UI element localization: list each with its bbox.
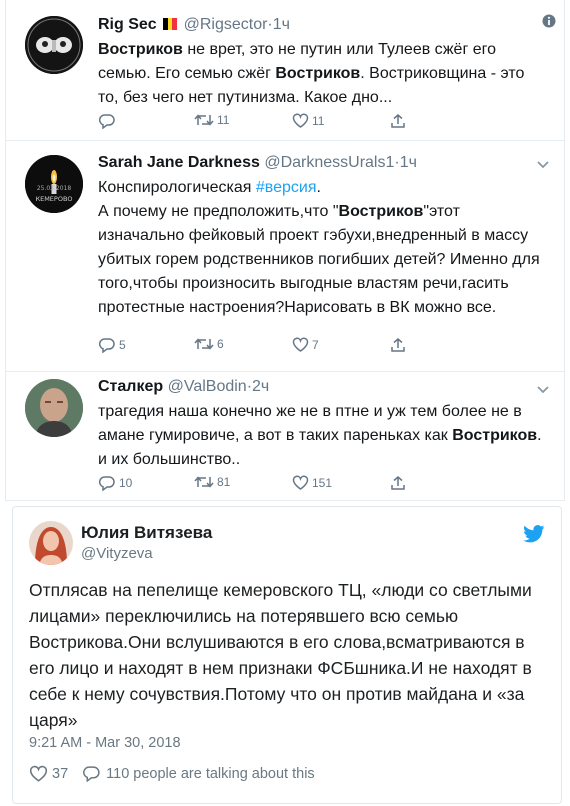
avatar-date: 25.03.2018	[37, 185, 72, 192]
like-button[interactable]: 11	[292, 113, 324, 128]
share-icon	[391, 476, 405, 490]
reply-count: 5	[119, 338, 126, 352]
like-button[interactable]: 7	[292, 337, 319, 352]
candle-memorial-icon: 25.03.2018 КЕМЕРОВО	[25, 155, 83, 213]
timestamp[interactable]: 2ч	[252, 378, 269, 395]
tweet-actions: 37 110 people are talking about this	[29, 765, 315, 782]
timestamp[interactable]: 1ч	[273, 16, 290, 33]
like-button[interactable]: 151	[292, 475, 332, 490]
display-name[interactable]: Юлия Витязева	[81, 523, 212, 543]
share-button[interactable]	[390, 337, 406, 353]
reply-icon	[98, 114, 115, 129]
avatar[interactable]	[25, 379, 83, 437]
reply-tweet[interactable]: 25.03.2018 КЕМЕРОВО Sarah Jane Darkness …	[6, 140, 564, 372]
avatar[interactable]: 25.03.2018 КЕМЕРОВО	[25, 155, 83, 213]
user-photo-icon	[29, 521, 73, 565]
tweet-text: Востриков не врет, это не путин или Туле…	[98, 38, 548, 110]
like-count: 11	[312, 113, 325, 128]
tweet-text: Конспирологическая #версия. А почему не …	[98, 176, 548, 320]
timestamp[interactable]: 9:21 AM - Mar 30, 2018	[29, 735, 181, 751]
heart-icon	[292, 475, 309, 490]
retweet-button[interactable]: 11	[194, 113, 229, 127]
reply-count: 10	[119, 476, 133, 490]
avatar-caption: КЕМЕРОВО	[35, 195, 72, 203]
retweet-button[interactable]: 81	[194, 475, 230, 489]
highlighted-name: Востриков	[98, 41, 183, 58]
tweet-header: Rig Sec @Rigsector·1ч	[98, 16, 290, 34]
info-icon[interactable]	[542, 14, 556, 28]
tweet-text: Отплясав на пепелище кемеровского ТЦ, «л…	[29, 580, 532, 730]
tweet-text: трагедия наша конечно же не в птне и уж …	[98, 400, 548, 472]
user-handle[interactable]: @DarknessUrals1	[264, 154, 394, 171]
hashtag-link[interactable]: #версия	[256, 179, 317, 196]
like-button[interactable]: 37	[29, 765, 68, 782]
highlighted-name: Востриков	[452, 427, 538, 444]
display-name[interactable]: Сталкер	[98, 378, 163, 395]
retweet-count: 81	[217, 475, 231, 489]
retweet-button[interactable]: 6	[194, 337, 224, 351]
timestamp[interactable]: 1ч	[400, 154, 417, 171]
retweet-icon	[194, 476, 214, 488]
highlighted-name: Востриков	[338, 203, 424, 220]
chevron-down-icon[interactable]	[536, 160, 550, 170]
user-handle[interactable]: @ValBodin	[168, 378, 247, 395]
share-icon	[391, 338, 405, 352]
like-count: 151	[312, 475, 333, 490]
reply-button[interactable]	[98, 113, 119, 129]
belgium-flag-icon	[163, 17, 178, 30]
heart-icon	[292, 113, 309, 128]
share-button[interactable]	[390, 113, 406, 129]
heart-icon	[29, 765, 48, 782]
user-handle[interactable]: @Rigsector	[184, 16, 268, 33]
embedded-tweet[interactable]: Юлия Витязева @Vityzeva Отплясав на пепе…	[12, 506, 562, 804]
display-name[interactable]: Sarah Jane Darkness	[98, 154, 260, 171]
replies-thread: Rig Sec @Rigsector·1ч Востриков не врет,…	[5, 0, 565, 501]
highlighted-name: Востриков	[275, 65, 361, 82]
reply-icon	[83, 766, 100, 782]
tweet-header: Sarah Jane Darkness @DarknessUrals1·1ч	[98, 154, 417, 172]
share-button[interactable]	[390, 475, 406, 491]
skull-logo-icon	[25, 16, 83, 74]
reply-tweet[interactable]: Сталкер @ValBodin·2ч трагедия наша конеч…	[6, 371, 564, 499]
reply-icon	[98, 476, 115, 491]
conversation-link[interactable]: 110 people are talking about this	[82, 765, 315, 782]
retweet-count: 6	[217, 337, 224, 351]
user-handle[interactable]: @Vityzeva	[81, 545, 153, 562]
display-name[interactable]: Rig Sec	[98, 16, 157, 33]
reply-button[interactable]: 5	[98, 337, 126, 353]
tweet-header: Сталкер @ValBodin·2ч	[98, 378, 269, 396]
reply-button[interactable]: 10	[98, 475, 132, 491]
chevron-down-icon[interactable]	[536, 385, 550, 395]
retweet-icon	[194, 338, 214, 350]
like-count: 7	[312, 337, 319, 352]
retweet-count: 11	[217, 113, 230, 127]
text-segment: Конспирологическая	[98, 179, 256, 196]
like-count: 37	[52, 765, 69, 782]
reply-icon	[98, 338, 115, 353]
reply-tweet[interactable]: Rig Sec @Rigsector·1ч Востриков не врет,…	[6, 0, 564, 141]
heart-icon	[292, 337, 309, 352]
user-photo-icon	[25, 379, 83, 437]
retweet-icon	[194, 114, 214, 126]
twitter-bird-icon[interactable]	[523, 525, 545, 543]
share-icon	[391, 114, 405, 128]
talking-count: 110 people are talking about this	[106, 765, 315, 782]
avatar[interactable]	[25, 16, 83, 74]
avatar[interactable]	[29, 521, 73, 565]
